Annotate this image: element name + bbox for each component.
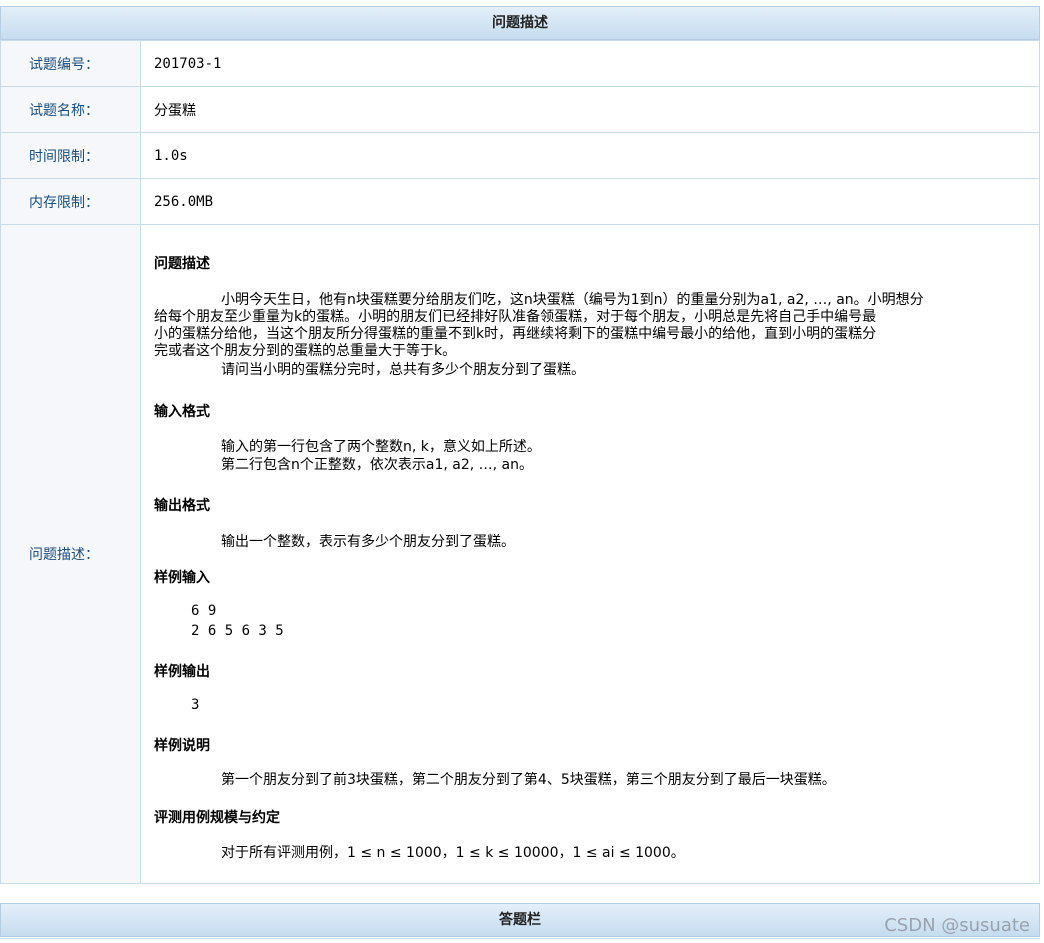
input-line-1: 输入的第一行包含了两个整数n, k，意义如上所述。 [221, 439, 541, 455]
row-problem-name: 试题名称： 分蛋糕 [0, 86, 1040, 133]
problem-line-5: 请问当小明的蛋糕分完时，总共有多少个朋友分到了蛋糕。 [221, 362, 585, 378]
section-title-scale: 评测用例规模与约定 [154, 810, 280, 826]
output-line: 输出一个整数，表示有多少个朋友分到了蛋糕。 [221, 534, 515, 550]
value-problem-name: 分蛋糕 [140, 86, 1040, 133]
row-problem-id: 试题编号： 201703-1 [0, 40, 1040, 87]
section-title-output: 输出格式 [154, 498, 210, 514]
input-line-2: 第二行包含n个正整数，依次表示a1, a2, …, an。 [221, 457, 533, 473]
problem-line-3: 小的蛋糕分给他，当这个朋友所分得蛋糕的重量不到k时，再继续将剩下的蛋糕中编号最小… [154, 326, 877, 342]
problem-line-4: 完或者这个朋友分到的蛋糕的总重量大于等于k。 [154, 343, 457, 359]
section-title-sample-explain: 样例说明 [154, 738, 210, 754]
problem-line-1: 小明今天生日，他有n块蛋糕要分给朋友们吃，这n块蛋糕（编号为1到n）的重量分别为… [221, 292, 924, 308]
answer-area-edge [0, 938, 1040, 943]
row-memory-limit: 内存限制： 256.0MB [0, 178, 1040, 225]
value-problem-id: 201703-1 [140, 40, 1040, 87]
problem-line-2: 给每个朋友至少重量为k的蛋糕。小明的朋友们已经排好队准备领蛋糕，对于每个朋友，小… [154, 309, 877, 325]
section-title-sample-input: 样例输入 [154, 570, 210, 586]
problem-header: 问题描述 [0, 6, 1040, 40]
label-problem-id: 试题编号： [0, 40, 141, 87]
sample-explain-line: 第一个朋友分到了前3块蛋糕，第二个朋友分到了第4、5块蛋糕，第三个朋友分到了最后… [221, 772, 836, 788]
watermark: CSDN @susuate [884, 915, 1030, 936]
section-title-problem: 问题描述 [154, 256, 210, 272]
value-memory-limit: 256.0MB [140, 178, 1040, 225]
label-time-limit: 时间限制： [0, 132, 141, 179]
description-content: 问题描述 小明今天生日，他有n块蛋糕要分给朋友们吃，这n块蛋糕（编号为1到n）的… [141, 225, 1039, 883]
description-cell: 问题描述 小明今天生日，他有n块蛋糕要分给朋友们吃，这n块蛋糕（编号为1到n）的… [140, 224, 1040, 884]
sample-input-block: 6 9 2 6 5 6 3 5 [191, 603, 284, 639]
label-description: 问题描述： [0, 224, 141, 884]
scale-line: 对于所有评测用例，1 ≤ n ≤ 1000，1 ≤ k ≤ 10000，1 ≤ … [221, 845, 685, 861]
value-time-limit: 1.0s [140, 132, 1040, 179]
section-title-sample-output: 样例输出 [154, 664, 210, 680]
label-memory-limit: 内存限制： [0, 178, 141, 225]
sample-output-block: 3 [191, 697, 200, 713]
row-description: 问题描述： 问题描述 小明今天生日，他有n块蛋糕要分给朋友们吃，这n块蛋糕（编号… [0, 224, 1040, 884]
section-title-input: 输入格式 [154, 404, 210, 420]
problem-info-table: 试题编号： 201703-1 试题名称： 分蛋糕 时间限制： 1.0s 内存限制… [0, 40, 1040, 884]
row-time-limit: 时间限制： 1.0s [0, 132, 1040, 179]
label-problem-name: 试题名称： [0, 86, 141, 133]
